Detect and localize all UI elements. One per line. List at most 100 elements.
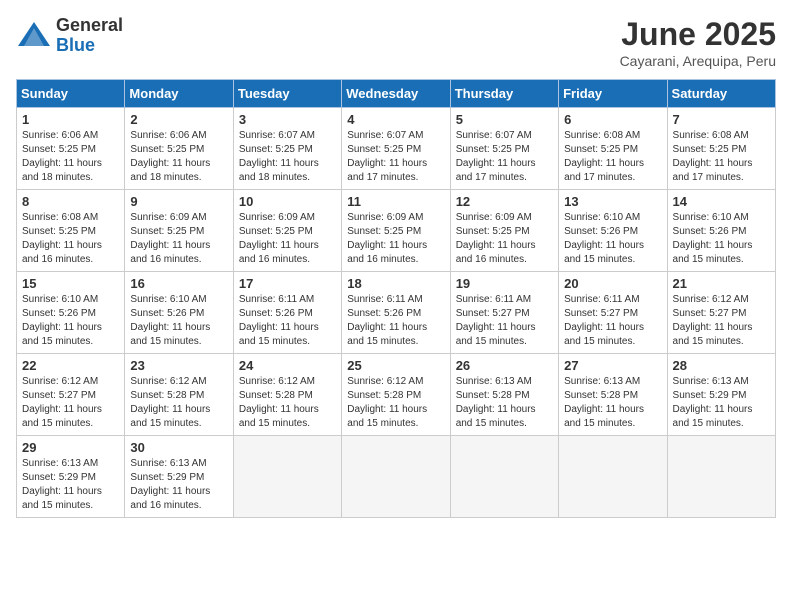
day-cell-30: 30 Sunrise: 6:13 AMSunset: 5:29 PMDayligh…: [125, 436, 233, 518]
month-title: June 2025: [620, 16, 776, 53]
day-number: 11: [347, 194, 444, 209]
calendar-week-2: 8 Sunrise: 6:08 AMSunset: 5:25 PMDaylight…: [17, 190, 776, 272]
day-number: 1: [22, 112, 119, 127]
day-cell-16: 16Sunrise: 6:10 AMSunset: 5:26 PMDayligh…: [125, 272, 233, 354]
day-cell-11: 11Sunrise: 6:09 AMSunset: 5:25 PMDayligh…: [342, 190, 450, 272]
calendar-week-1: 1 Sunrise: 6:06 AMSunset: 5:25 PMDaylight…: [17, 108, 776, 190]
day-info: Sunrise: 6:11 AMSunset: 5:27 PMDaylight:…: [456, 293, 553, 349]
day-info: Sunrise: 6:11 AMSunset: 5:26 PMDaylight:…: [347, 293, 444, 349]
day-info: Sunrise: 6:13 AMSunset: 5:28 PMDaylight:…: [564, 375, 661, 431]
day-cell-4: 4 Sunrise: 6:07 AMSunset: 5:25 PMDaylight…: [342, 108, 450, 190]
day-cell-12: 12 Sunrise: 6:09 AMSunset: 5:25 PMDayligh…: [450, 190, 558, 272]
day-info: Sunrise: 6:12 AMSunset: 5:28 PMDaylight:…: [130, 375, 227, 431]
day-cell-29: 29 Sunrise: 6:13 AMSunset: 5:29 PMDayligh…: [17, 436, 125, 518]
day-number: 8: [22, 194, 119, 209]
day-number: 21: [673, 276, 770, 291]
calendar-week-4: 22Sunrise: 6:12 AMSunset: 5:27 PMDayligh…: [17, 354, 776, 436]
day-number: 25: [347, 358, 444, 373]
day-cell-17: 17Sunrise: 6:11 AMSunset: 5:26 PMDayligh…: [233, 272, 341, 354]
empty-cell: [450, 436, 558, 518]
empty-cell: [342, 436, 450, 518]
day-number: 4: [347, 112, 444, 127]
day-cell-6: 6 Sunrise: 6:08 AMSunset: 5:25 PMDaylight…: [559, 108, 667, 190]
day-cell-2: 2 Sunrise: 6:06 AMSunset: 5:25 PMDaylight…: [125, 108, 233, 190]
day-cell-9: 9 Sunrise: 6:09 AMSunset: 5:25 PMDaylight…: [125, 190, 233, 272]
empty-cell: [559, 436, 667, 518]
empty-cell: [233, 436, 341, 518]
day-cell-14: 14 Sunrise: 6:10 AMSunset: 5:26 PMDayligh…: [667, 190, 775, 272]
day-cell-8: 8 Sunrise: 6:08 AMSunset: 5:25 PMDaylight…: [17, 190, 125, 272]
day-info: Sunrise: 6:08 AMSunset: 5:25 PMDaylight:…: [22, 211, 119, 267]
day-number: 6: [564, 112, 661, 127]
day-info: Sunrise: 6:13 AMSunset: 5:28 PMDaylight:…: [456, 375, 553, 431]
day-info: Sunrise: 6:06 AMSunset: 5:25 PMDaylight:…: [130, 129, 227, 185]
day-cell-24: 24 Sunrise: 6:12 AMSunset: 5:28 PMDayligh…: [233, 354, 341, 436]
day-number: 12: [456, 194, 553, 209]
day-number: 30: [130, 440, 227, 455]
day-info: Sunrise: 6:07 AMSunset: 5:25 PMDaylight:…: [239, 129, 336, 185]
day-number: 5: [456, 112, 553, 127]
day-cell-25: 25 Sunrise: 6:12 AMSunset: 5:28 PMDayligh…: [342, 354, 450, 436]
day-cell-18: 18 Sunrise: 6:11 AMSunset: 5:26 PMDayligh…: [342, 272, 450, 354]
day-number: 2: [130, 112, 227, 127]
day-header-thursday: Thursday: [450, 80, 558, 108]
day-header-saturday: Saturday: [667, 80, 775, 108]
day-info: Sunrise: 6:13 AMSunset: 5:29 PMDaylight:…: [22, 457, 119, 513]
day-info: Sunrise: 6:09 AMSunset: 5:25 PMDaylight:…: [239, 211, 336, 267]
day-info: Sunrise: 6:07 AMSunset: 5:25 PMDaylight:…: [347, 129, 444, 185]
day-cell-1: 1Sunrise: 6:06 AMSunset: 5:25 PMDaylight…: [17, 108, 125, 190]
day-info: Sunrise: 6:13 AMSunset: 5:29 PMDaylight:…: [130, 457, 227, 513]
calendar-week-5: 29 Sunrise: 6:13 AMSunset: 5:29 PMDayligh…: [17, 436, 776, 518]
day-info: Sunrise: 6:08 AMSunset: 5:25 PMDaylight:…: [564, 129, 661, 185]
day-number: 13: [564, 194, 661, 209]
day-info: Sunrise: 6:09 AMSunset: 5:25 PMDaylight:…: [456, 211, 553, 267]
day-cell-10: 10 Sunrise: 6:09 AMSunset: 5:25 PMDayligh…: [233, 190, 341, 272]
day-cell-23: 23Sunrise: 6:12 AMSunset: 5:28 PMDayligh…: [125, 354, 233, 436]
logo-icon: [16, 18, 52, 54]
day-cell-13: 13 Sunrise: 6:10 AMSunset: 5:26 PMDayligh…: [559, 190, 667, 272]
day-info: Sunrise: 6:12 AMSunset: 5:28 PMDaylight:…: [347, 375, 444, 431]
day-number: 20: [564, 276, 661, 291]
day-info: Sunrise: 6:10 AMSunset: 5:26 PMDaylight:…: [564, 211, 661, 267]
day-number: 27: [564, 358, 661, 373]
day-cell-22: 22Sunrise: 6:12 AMSunset: 5:27 PMDayligh…: [17, 354, 125, 436]
day-number: 29: [22, 440, 119, 455]
day-number: 18: [347, 276, 444, 291]
day-cell-19: 19 Sunrise: 6:11 AMSunset: 5:27 PMDayligh…: [450, 272, 558, 354]
day-number: 14: [673, 194, 770, 209]
day-header-monday: Monday: [125, 80, 233, 108]
day-cell-20: 20Sunrise: 6:11 AMSunset: 5:27 PMDayligh…: [559, 272, 667, 354]
title-block: June 2025 Cayarani, Arequipa, Peru: [620, 16, 776, 69]
calendar-header-row: SundayMondayTuesdayWednesdayThursdayFrid…: [17, 80, 776, 108]
calendar-table: SundayMondayTuesdayWednesdayThursdayFrid…: [16, 79, 776, 518]
day-number: 24: [239, 358, 336, 373]
day-number: 15: [22, 276, 119, 291]
day-number: 7: [673, 112, 770, 127]
day-info: Sunrise: 6:13 AMSunset: 5:29 PMDaylight:…: [673, 375, 770, 431]
day-header-tuesday: Tuesday: [233, 80, 341, 108]
day-cell-15: 15Sunrise: 6:10 AMSunset: 5:26 PMDayligh…: [17, 272, 125, 354]
day-number: 19: [456, 276, 553, 291]
location: Cayarani, Arequipa, Peru: [620, 53, 776, 69]
day-header-friday: Friday: [559, 80, 667, 108]
day-info: Sunrise: 6:12 AMSunset: 5:27 PMDaylight:…: [673, 293, 770, 349]
day-info: Sunrise: 6:10 AMSunset: 5:26 PMDaylight:…: [673, 211, 770, 267]
day-cell-7: 7 Sunrise: 6:08 AMSunset: 5:25 PMDaylight…: [667, 108, 775, 190]
day-header-sunday: Sunday: [17, 80, 125, 108]
day-number: 10: [239, 194, 336, 209]
day-cell-26: 26Sunrise: 6:13 AMSunset: 5:28 PMDayligh…: [450, 354, 558, 436]
day-cell-27: 27 Sunrise: 6:13 AMSunset: 5:28 PMDayligh…: [559, 354, 667, 436]
day-cell-28: 28Sunrise: 6:13 AMSunset: 5:29 PMDayligh…: [667, 354, 775, 436]
day-info: Sunrise: 6:12 AMSunset: 5:27 PMDaylight:…: [22, 375, 119, 431]
logo-general: General: [56, 16, 123, 36]
day-info: Sunrise: 6:09 AMSunset: 5:25 PMDaylight:…: [130, 211, 227, 267]
day-cell-3: 3 Sunrise: 6:07 AMSunset: 5:25 PMDaylight…: [233, 108, 341, 190]
day-info: Sunrise: 6:12 AMSunset: 5:28 PMDaylight:…: [239, 375, 336, 431]
logo: General Blue: [16, 16, 123, 56]
day-info: Sunrise: 6:11 AMSunset: 5:26 PMDaylight:…: [239, 293, 336, 349]
day-number: 9: [130, 194, 227, 209]
day-info: Sunrise: 6:08 AMSunset: 5:25 PMDaylight:…: [673, 129, 770, 185]
day-info: Sunrise: 6:07 AMSunset: 5:25 PMDaylight:…: [456, 129, 553, 185]
logo-blue: Blue: [56, 36, 123, 56]
day-number: 3: [239, 112, 336, 127]
